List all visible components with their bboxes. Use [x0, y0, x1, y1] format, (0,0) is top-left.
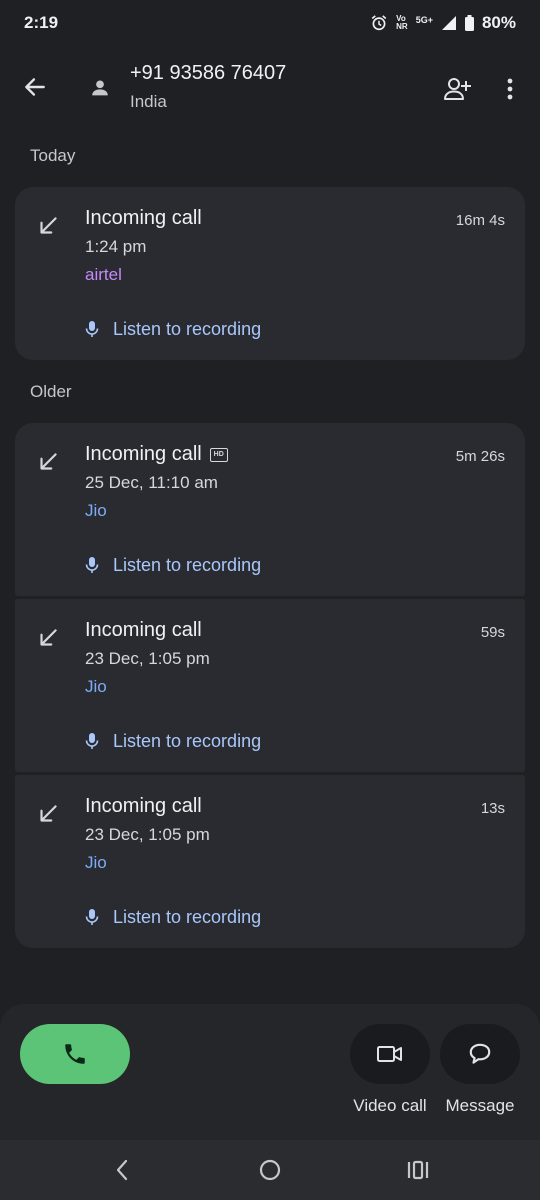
call-time: 1:24 pm — [85, 237, 147, 256]
call-time: 23 Dec, 1:05 pm — [85, 825, 210, 844]
status-time: 2:19 — [24, 13, 59, 32]
recents-nav-icon — [407, 1160, 429, 1180]
message-label: Message — [445, 1096, 515, 1115]
contact-country: India — [130, 92, 167, 111]
mic-icon — [85, 557, 99, 573]
home-nav-icon — [259, 1159, 281, 1181]
avatar — [86, 74, 114, 102]
section-title-today: Today — [30, 146, 76, 165]
volte-icon: Vo NR — [396, 14, 408, 31]
mic-icon — [85, 321, 99, 337]
call-type: Incoming call — [85, 619, 202, 641]
system-nav-bar — [0, 1140, 540, 1200]
call-log-item[interactable]: Incoming call 1:24 pm airtel 16m 4s List… — [15, 187, 525, 360]
call-button[interactable] — [20, 1024, 130, 1084]
incoming-call-icon — [40, 453, 57, 470]
section-title-older: Older — [30, 382, 72, 401]
call-duration: 16m 4s — [455, 212, 505, 229]
call-carrier: airtel — [85, 265, 122, 284]
network-type: 5G+ — [415, 15, 433, 25]
add-contact-icon — [444, 78, 471, 100]
mic-icon — [85, 733, 99, 749]
add-contact-button[interactable] — [440, 72, 474, 106]
battery-icon — [464, 15, 474, 31]
nav-recents-button[interactable] — [403, 1156, 433, 1184]
call-carrier: Jio — [85, 501, 107, 520]
call-time: 23 Dec, 1:05 pm — [85, 649, 210, 668]
call-duration: 13s — [480, 800, 505, 817]
videocam-icon — [377, 1046, 402, 1062]
video-call-button[interactable] — [350, 1024, 430, 1084]
incoming-call-icon — [40, 217, 57, 234]
message-button[interactable] — [440, 1024, 520, 1084]
call-carrier: Jio — [85, 853, 107, 872]
signal-icon — [441, 15, 457, 31]
hd-icon: HD — [209, 447, 228, 462]
listen-to-recording-button[interactable]: Listen to recording — [85, 727, 261, 755]
person-icon — [92, 80, 108, 96]
video-call-label: Video call — [353, 1096, 427, 1115]
contact-number: +91 93586 76407 — [130, 62, 287, 84]
call-log-item[interactable]: Incoming call 23 Dec, 1:05 pm Jio 59s Li… — [15, 599, 525, 772]
action-panel: Video call Message — [0, 1004, 540, 1140]
contact-header: +91 93586 76407 India — [0, 56, 540, 122]
call-duration: 59s — [480, 624, 505, 641]
call-type: Incoming call HD — [85, 443, 228, 466]
call-carrier: Jio — [85, 677, 107, 696]
alarm-icon — [370, 14, 388, 32]
back-arrow-icon — [25, 78, 45, 96]
chat-bubble-icon — [469, 1043, 491, 1064]
nav-back-button[interactable] — [107, 1156, 137, 1184]
mic-icon — [85, 909, 99, 925]
status-bar: 2:19 Vo NR 5G+ 80% — [0, 0, 540, 46]
more-options-button[interactable] — [496, 72, 524, 106]
call-time: 25 Dec, 11:10 am — [85, 473, 218, 492]
call-type: Incoming call — [85, 795, 202, 817]
incoming-call-icon — [40, 805, 57, 822]
call-log-item[interactable]: Incoming call HD 25 Dec, 11:10 am Jio 5m… — [15, 423, 525, 596]
status-icons: Vo NR 5G+ 80% — [370, 13, 516, 33]
back-nav-icon — [116, 1159, 128, 1181]
battery-level: 80% — [481, 13, 516, 32]
call-log-item[interactable]: Incoming call 23 Dec, 1:05 pm Jio 13s Li… — [15, 775, 525, 948]
back-button[interactable] — [20, 72, 50, 102]
incoming-call-icon — [40, 629, 57, 646]
nav-home-button[interactable] — [255, 1156, 285, 1184]
call-duration: 5m 26s — [455, 448, 505, 465]
phone-icon — [65, 1044, 85, 1064]
more-vert-icon — [507, 78, 513, 100]
listen-to-recording-button[interactable]: Listen to recording — [85, 551, 261, 579]
listen-to-recording-button[interactable]: Listen to recording — [85, 315, 261, 343]
listen-to-recording-button[interactable]: Listen to recording — [85, 903, 261, 931]
call-type: Incoming call — [85, 207, 202, 229]
